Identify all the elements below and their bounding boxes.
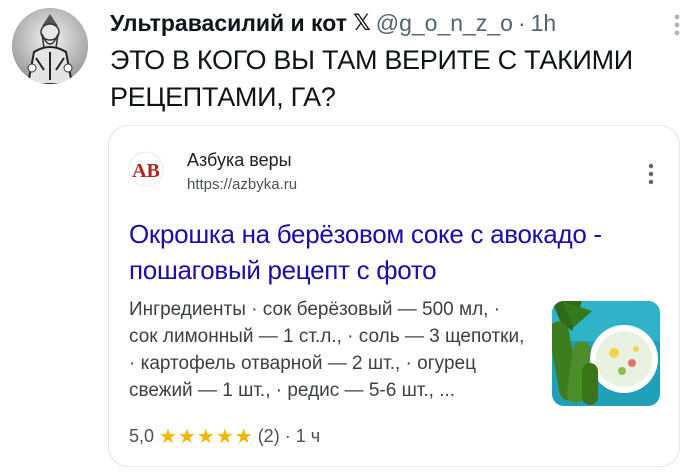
card-more-icon[interactable]	[647, 162, 655, 186]
author-handle[interactable]: @g_o_n_z_o	[376, 10, 513, 37]
tweet-header: Ультравасилий и кот 𝕏 @g_o_n_z_o · 1h	[110, 8, 660, 38]
avatar[interactable]	[12, 8, 88, 84]
site-favicon-icon: АВ	[128, 151, 164, 187]
tweet-timestamp[interactable]: 1h	[531, 10, 557, 37]
link-preview-card[interactable]: АВ Азбука веры https://azbyka.ru Окрошка…	[108, 125, 680, 467]
result-age: 1 ч	[295, 426, 321, 446]
result-snippet: Ингредиенты · сок берёзовый — 500 мл, · …	[129, 299, 525, 401]
tweet-text: ЭТО В КОГО ВЫ ТАМ ВЕРИТЕ С ТАКИМИ РЕЦЕПТ…	[110, 45, 633, 112]
rating-separator: ·	[284, 426, 291, 446]
site-name: Азбука веры	[187, 150, 292, 170]
more-vertical-icon[interactable]	[672, 12, 682, 40]
review-count: (2)	[257, 426, 280, 446]
author-name[interactable]: Ультравасилий и кот	[110, 10, 347, 37]
food-photo-icon[interactable]	[552, 301, 660, 406]
x-logo-icon: 𝕏	[353, 10, 371, 35]
rating-row: 5,0 ★★★★★ (2) · 1 ч	[129, 424, 320, 449]
star-rating-icon: ★★★★★	[159, 426, 254, 448]
site-url[interactable]: https://azbyka.ru	[187, 176, 297, 193]
header-separator: ·	[517, 9, 526, 36]
favicon-letters: АВ	[132, 160, 160, 182]
rating-value: 5,0	[129, 426, 155, 446]
result-title-link[interactable]: Окрошка на берёзовом соке с авокадо - по…	[129, 216, 664, 288]
